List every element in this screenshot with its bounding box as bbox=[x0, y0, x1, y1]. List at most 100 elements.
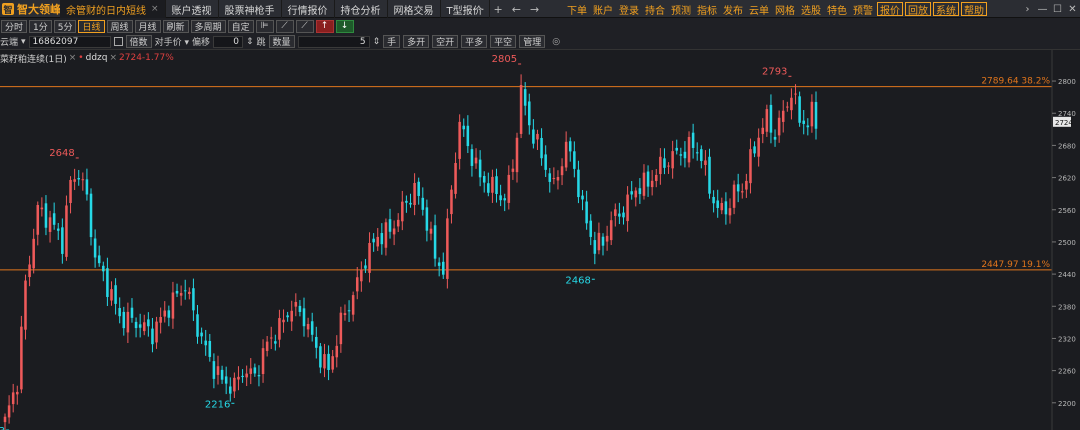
settings-icon[interactable]: ◎ bbox=[552, 37, 560, 47]
candle-body bbox=[536, 133, 539, 140]
menu-item-9[interactable]: 选股 bbox=[798, 0, 824, 18]
order-button-1[interactable]: 空开 bbox=[432, 35, 459, 48]
candle-body bbox=[376, 236, 380, 247]
candle-body bbox=[704, 160, 707, 166]
legend-close-icon[interactable]: × bbox=[69, 53, 77, 63]
offset-stepper-icon[interactable]: ⇕ bbox=[246, 37, 254, 47]
period-button-1[interactable]: 1分 bbox=[29, 19, 52, 33]
candle-body bbox=[73, 179, 76, 182]
tab-3[interactable]: 行情报价 bbox=[282, 0, 335, 18]
period-button-5[interactable]: 月线 bbox=[134, 19, 161, 33]
candle-body bbox=[396, 219, 400, 227]
offset-label: 偏移 bbox=[191, 38, 210, 48]
tab-1[interactable]: 账户透视 bbox=[166, 0, 219, 18]
candle-body bbox=[405, 200, 408, 203]
sell-arrow-icon[interactable]: ↓ bbox=[335, 19, 354, 33]
menu-item-6[interactable]: 发布 bbox=[720, 0, 746, 18]
draw-ray-icon[interactable]: ⟋ bbox=[295, 19, 314, 33]
candle-body bbox=[220, 369, 224, 380]
period-button-3[interactable]: 日线 bbox=[78, 19, 105, 33]
candle-body bbox=[163, 310, 167, 317]
y-tick-label: 2380 bbox=[1058, 303, 1076, 311]
period-buttons: 分时 1分 5分 日线 周线 月线 刷新 多周期 自定 bbox=[1, 19, 254, 33]
account-dropdown-icon[interactable]: ▾ bbox=[21, 37, 26, 47]
buy-arrow-icon[interactable]: ↑ bbox=[315, 19, 334, 33]
menu-item-8[interactable]: 网格 bbox=[772, 0, 798, 18]
period-button-7[interactable]: 多周期 bbox=[190, 19, 226, 33]
candle-body bbox=[712, 196, 715, 204]
menu-item-7[interactable]: 云单 bbox=[746, 0, 772, 18]
order-button-0[interactable]: 多开 bbox=[403, 35, 430, 48]
menu-item-4[interactable]: 预测 bbox=[668, 0, 694, 18]
candle-body bbox=[368, 242, 371, 273]
back-arrow-icon[interactable]: ← bbox=[512, 3, 521, 16]
tab-2[interactable]: 股票神枪手 bbox=[219, 0, 282, 18]
candle-body bbox=[233, 377, 236, 392]
order-button-2[interactable]: 平多 bbox=[461, 35, 488, 48]
candle-body bbox=[142, 322, 146, 332]
quantity-stepper-icon[interactable]: ⇕ bbox=[373, 37, 381, 47]
candle-body bbox=[548, 173, 552, 182]
y-tick-label: 2200 bbox=[1058, 400, 1076, 408]
account-checkbox[interactable] bbox=[113, 37, 123, 46]
period-button-6[interactable]: 刷新 bbox=[162, 19, 189, 33]
more-tabs-icon[interactable]: ··· bbox=[474, 3, 485, 16]
candle-body bbox=[167, 310, 171, 318]
candle-body bbox=[806, 125, 810, 128]
price-type-label: 对手价 bbox=[154, 38, 182, 48]
tab-close-icon[interactable]: × bbox=[151, 4, 159, 14]
menu-item-11[interactable]: 预警 bbox=[850, 0, 876, 18]
candle-body bbox=[609, 220, 613, 241]
menu-boxed-2[interactable]: 系统 bbox=[933, 2, 959, 17]
menu-item-3[interactable]: 持合 bbox=[642, 0, 668, 18]
tab-5[interactable]: 网格交易 bbox=[388, 0, 441, 18]
price-type-select[interactable]: 对手价 ▾ bbox=[155, 35, 189, 48]
candle-body bbox=[290, 310, 293, 322]
y-tick-label: 2440 bbox=[1058, 271, 1076, 279]
minimize-icon[interactable]: — bbox=[1035, 0, 1050, 18]
order-button-3[interactable]: 平空 bbox=[490, 35, 517, 48]
period-button-0[interactable]: 分时 bbox=[1, 19, 28, 33]
candlestick-chart[interactable]: 2789.64 38.2% 2447.97 19.1% 2805 2793 2648 2… bbox=[0, 50, 1080, 430]
candle-body bbox=[667, 165, 670, 167]
menu-boxed-3[interactable]: 帮助 bbox=[961, 2, 987, 17]
tab-label: 网格交易 bbox=[393, 5, 434, 17]
draw-line-icon[interactable]: ⟋ bbox=[275, 19, 294, 33]
period-button-2[interactable]: 5分 bbox=[53, 19, 77, 33]
candle-body bbox=[56, 228, 60, 231]
level-label: 2447.97 19.1% bbox=[981, 260, 1050, 270]
menu-boxed-1[interactable]: 回放 bbox=[905, 2, 931, 17]
candle-body bbox=[89, 193, 93, 238]
menu-item-1[interactable]: 账户 bbox=[590, 0, 616, 18]
candle-body bbox=[77, 178, 80, 180]
close-icon[interactable]: ✕ bbox=[1065, 0, 1080, 18]
maximize-icon[interactable]: ☐ bbox=[1050, 0, 1065, 18]
period-button-8[interactable]: 自定 bbox=[227, 19, 254, 33]
title-tools: ··· + ← → bbox=[474, 0, 539, 18]
candle-body bbox=[532, 129, 535, 144]
multiple-button[interactable]: 倍数 bbox=[125, 35, 152, 48]
menu-boxed-0[interactable]: 报价 bbox=[877, 2, 903, 17]
period-button-4[interactable]: 周线 bbox=[106, 19, 133, 33]
cursor-tool-icon[interactable]: ⊫ bbox=[255, 19, 274, 33]
quantity-input[interactable]: 5 bbox=[297, 35, 370, 48]
menu-item-5[interactable]: 指标 bbox=[694, 0, 720, 18]
menu-item-10[interactable]: 特色 bbox=[824, 0, 850, 18]
candle-body bbox=[249, 368, 253, 374]
order-button-4[interactable]: 管理 bbox=[519, 35, 546, 48]
account-select[interactable]: 16862097 bbox=[28, 35, 111, 48]
candle-body bbox=[446, 218, 449, 279]
candle-body bbox=[200, 332, 203, 337]
tab-0[interactable]: 余管财的日内短线 × bbox=[60, 0, 166, 18]
menu-item-2[interactable]: 登录 bbox=[616, 0, 642, 18]
menu-item-0[interactable]: 下单 bbox=[564, 0, 590, 18]
candle-body bbox=[458, 121, 461, 159]
order-buttons: 多开 空开 平多 平空 管理 bbox=[403, 35, 546, 48]
expand-more-icon[interactable]: › bbox=[1020, 0, 1035, 18]
candle-body bbox=[97, 255, 101, 264]
forward-arrow-icon[interactable]: → bbox=[530, 3, 539, 16]
offset-input[interactable]: 0 bbox=[212, 35, 243, 48]
indicator-close-icon[interactable]: × bbox=[109, 53, 117, 63]
tab-4[interactable]: 持仓分析 bbox=[335, 0, 388, 18]
add-tab-icon[interactable]: + bbox=[494, 3, 503, 16]
